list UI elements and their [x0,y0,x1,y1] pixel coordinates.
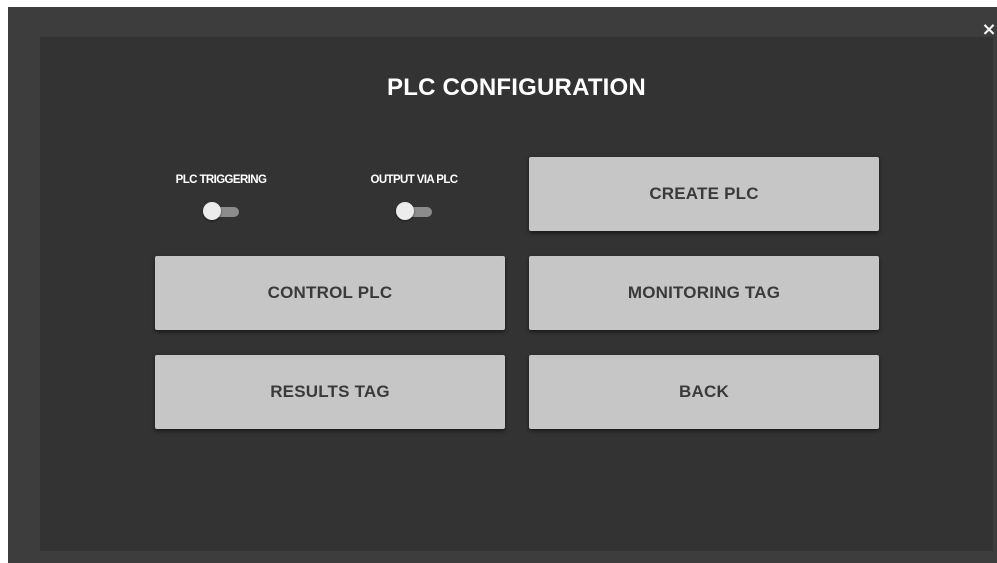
monitoring-tag-button[interactable]: MONITORING TAG [529,256,879,330]
control-plc-button[interactable]: CONTROL PLC [155,256,505,330]
back-button[interactable]: BACK [529,355,879,429]
toggle-knob [203,202,221,220]
plc-configuration-panel: PLC CONFIGURATION PLC TRIGGERING OUTPUT … [40,37,993,551]
output-via-plc-group: OUTPUT VIA PLC [344,174,484,220]
plc-triggering-label: PLC TRIGGERING [175,174,267,186]
output-via-plc-label: OUTPUT VIA PLC [370,174,458,186]
plc-triggering-group: PLC TRIGGERING [151,174,291,220]
create-plc-button[interactable]: CREATE PLC [529,157,879,231]
toggle-knob [396,202,414,220]
output-via-plc-toggle[interactable] [396,202,432,220]
plc-triggering-toggle[interactable] [203,202,239,220]
results-tag-button[interactable]: RESULTS TAG [155,355,505,429]
page-title: PLC CONFIGURATION [387,74,646,101]
modal-overlay: × PLC CONFIGURATION PLC TRIGGERING OUTPU… [8,7,997,563]
